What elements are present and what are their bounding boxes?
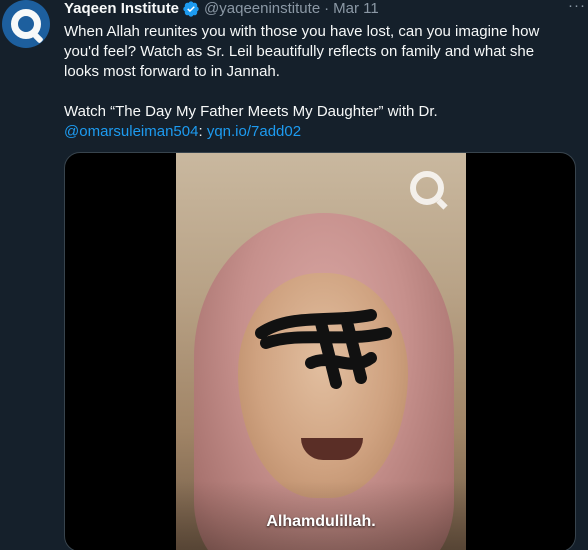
mention-link[interactable]: @omarsuleiman504 (64, 123, 198, 140)
tweet-date[interactable]: Mar 11 (333, 0, 379, 18)
verified-badge-icon (183, 1, 199, 17)
video-frame[interactable]: Alhamdulillah. (176, 153, 466, 550)
tweet-text-line: looks most forward to in Jannah. (64, 63, 280, 80)
tweet-text-links: @omarsuleiman504: yqn.io/7add02 (64, 122, 564, 142)
video-media[interactable]: Alhamdulillah. (64, 152, 576, 550)
avatar[interactable] (2, 0, 50, 48)
colon-text: : (198, 123, 203, 140)
url-link[interactable]: yqn.io/7add02 (207, 123, 301, 140)
tweet-text-line: Watch “The Day My Father Meets My Daught… (64, 103, 438, 120)
tweet-text-line: you'd feel? Watch as Sr. Leil beautifull… (64, 43, 535, 60)
separator-dot: · (324, 0, 330, 17)
tweet-text-line: When Allah reunites you with those you h… (64, 23, 540, 40)
tweet-text: When Allah reunites you with those you h… (64, 22, 564, 142)
face-scribble-redaction (255, 309, 392, 389)
yaqeen-watermark-icon (410, 171, 444, 205)
tweet-content: Yaqeen Institute @yaqeeninstitute · Mar … (64, 0, 578, 142)
video-subtitle: Alhamdulillah. (266, 513, 376, 530)
yaqeen-logo-icon (11, 9, 41, 39)
author-handle[interactable]: @yaqeeninstitute (204, 0, 320, 18)
tweet-header: Yaqeen Institute @yaqeeninstitute · Mar … (64, 0, 578, 18)
author-name[interactable]: Yaqeen Institute (64, 0, 179, 18)
more-options-icon[interactable]: ··· (568, 0, 586, 13)
tweet[interactable]: Yaqeen Institute @yaqeeninstitute · Mar … (0, 0, 588, 550)
